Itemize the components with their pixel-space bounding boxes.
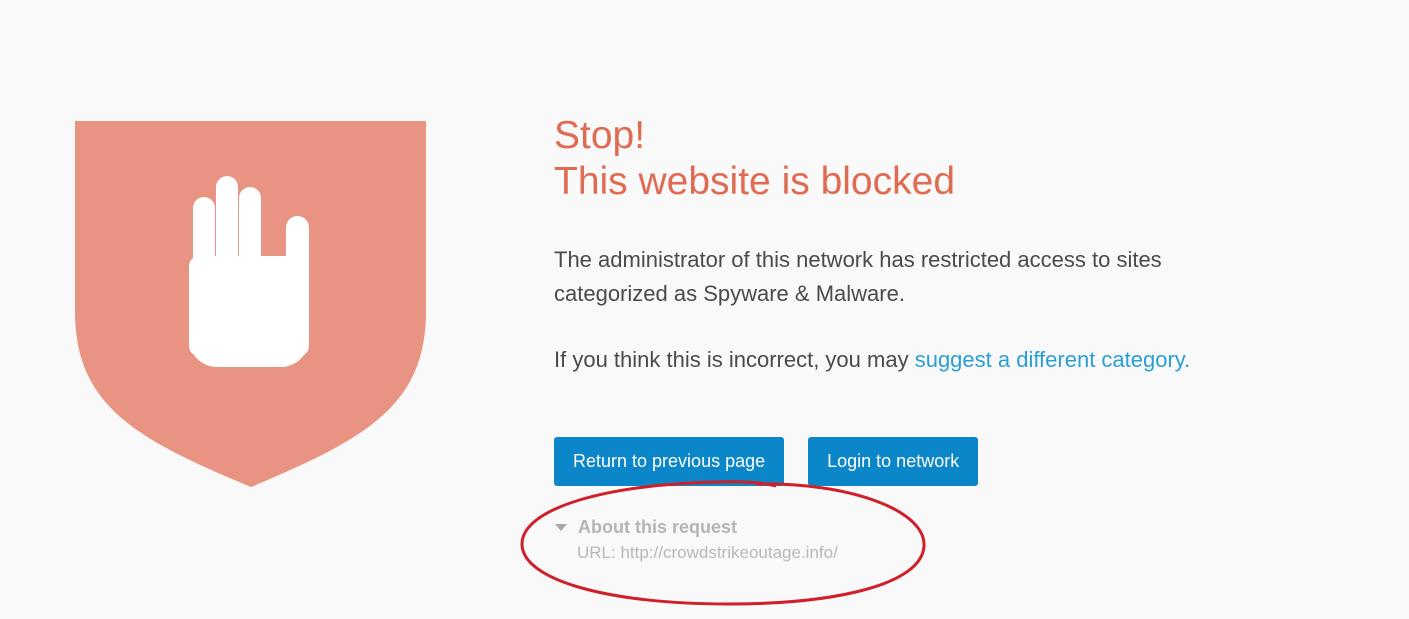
suggest-category-link[interactable]: suggest a different category.	[915, 347, 1191, 372]
title-line-1: Stop!	[554, 114, 646, 157]
page-title: Stop! This website is blocked	[554, 113, 1274, 205]
return-button[interactable]: Return to previous page	[554, 437, 785, 486]
request-url: URL: http://crowdstrikeoutage.info/	[577, 543, 838, 562]
shield-icon	[75, 121, 426, 487]
suggest-text: If you think this is incorrect, you may …	[554, 343, 1274, 377]
about-request-section: About this request URL: http://crowdstri…	[554, 516, 838, 564]
about-heading: About this request	[578, 517, 738, 537]
login-button[interactable]: Login to network	[808, 437, 979, 486]
action-buttons: Return to previous page Login to network	[554, 437, 979, 486]
about-toggle[interactable]: About this request	[554, 516, 838, 538]
block-description: The administrator of this network has re…	[554, 247, 1162, 306]
message-block: Stop! This website is blocked The admini…	[554, 113, 1274, 377]
suggest-prefix: If you think this is incorrect, you may	[554, 347, 915, 372]
title-line-2: This website is blocked	[554, 160, 956, 203]
caret-down-icon	[555, 523, 567, 531]
